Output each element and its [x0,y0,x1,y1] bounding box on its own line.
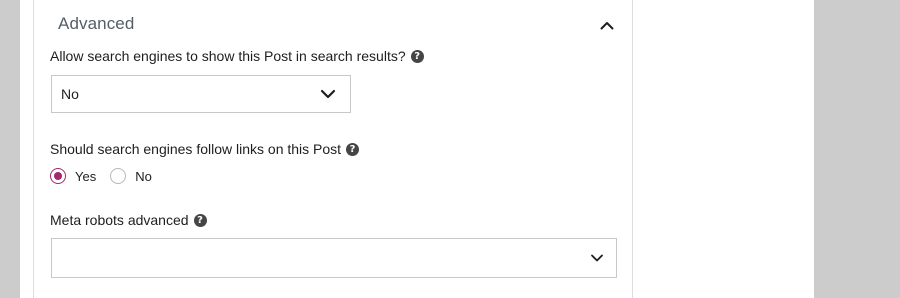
advanced-section-header[interactable]: Advanced [58,12,618,38]
search-results-select[interactable]: No [51,75,351,113]
meta-robots-select[interactable] [51,238,617,278]
search-results-label: Allow search engines to show this Post i… [50,48,424,64]
advanced-panel: Advanced Allow search engines to show th… [33,0,633,298]
radio-button-yes[interactable] [50,168,66,184]
chevron-down-icon [320,89,336,99]
radio-button-no[interactable] [110,168,127,184]
help-icon[interactable]: ? [193,213,207,227]
collapse-toggle-button[interactable] [596,14,618,36]
follow-links-option-yes[interactable]: Yes [50,168,96,184]
follow-links-radio-group: Yes No [50,166,162,186]
chevron-down-icon [591,254,603,262]
radio-label-no: No [135,168,152,184]
meta-robots-label-text: Meta robots advanced [50,212,189,228]
follow-links-label-text: Should search engines follow links on th… [50,141,342,157]
chevron-up-icon [600,21,614,29]
follow-links-label: Should search engines follow links on th… [50,141,360,157]
help-icon[interactable]: ? [410,49,424,63]
radio-label-yes: Yes [75,168,97,184]
search-results-label-text: Allow search engines to show this Post i… [50,48,406,64]
search-results-select-value: No [61,86,79,102]
meta-robots-label: Meta robots advanced ? [50,212,207,228]
section-title: Advanced [58,14,135,33]
help-icon[interactable]: ? [346,142,360,156]
follow-links-option-no[interactable]: No [110,168,152,184]
